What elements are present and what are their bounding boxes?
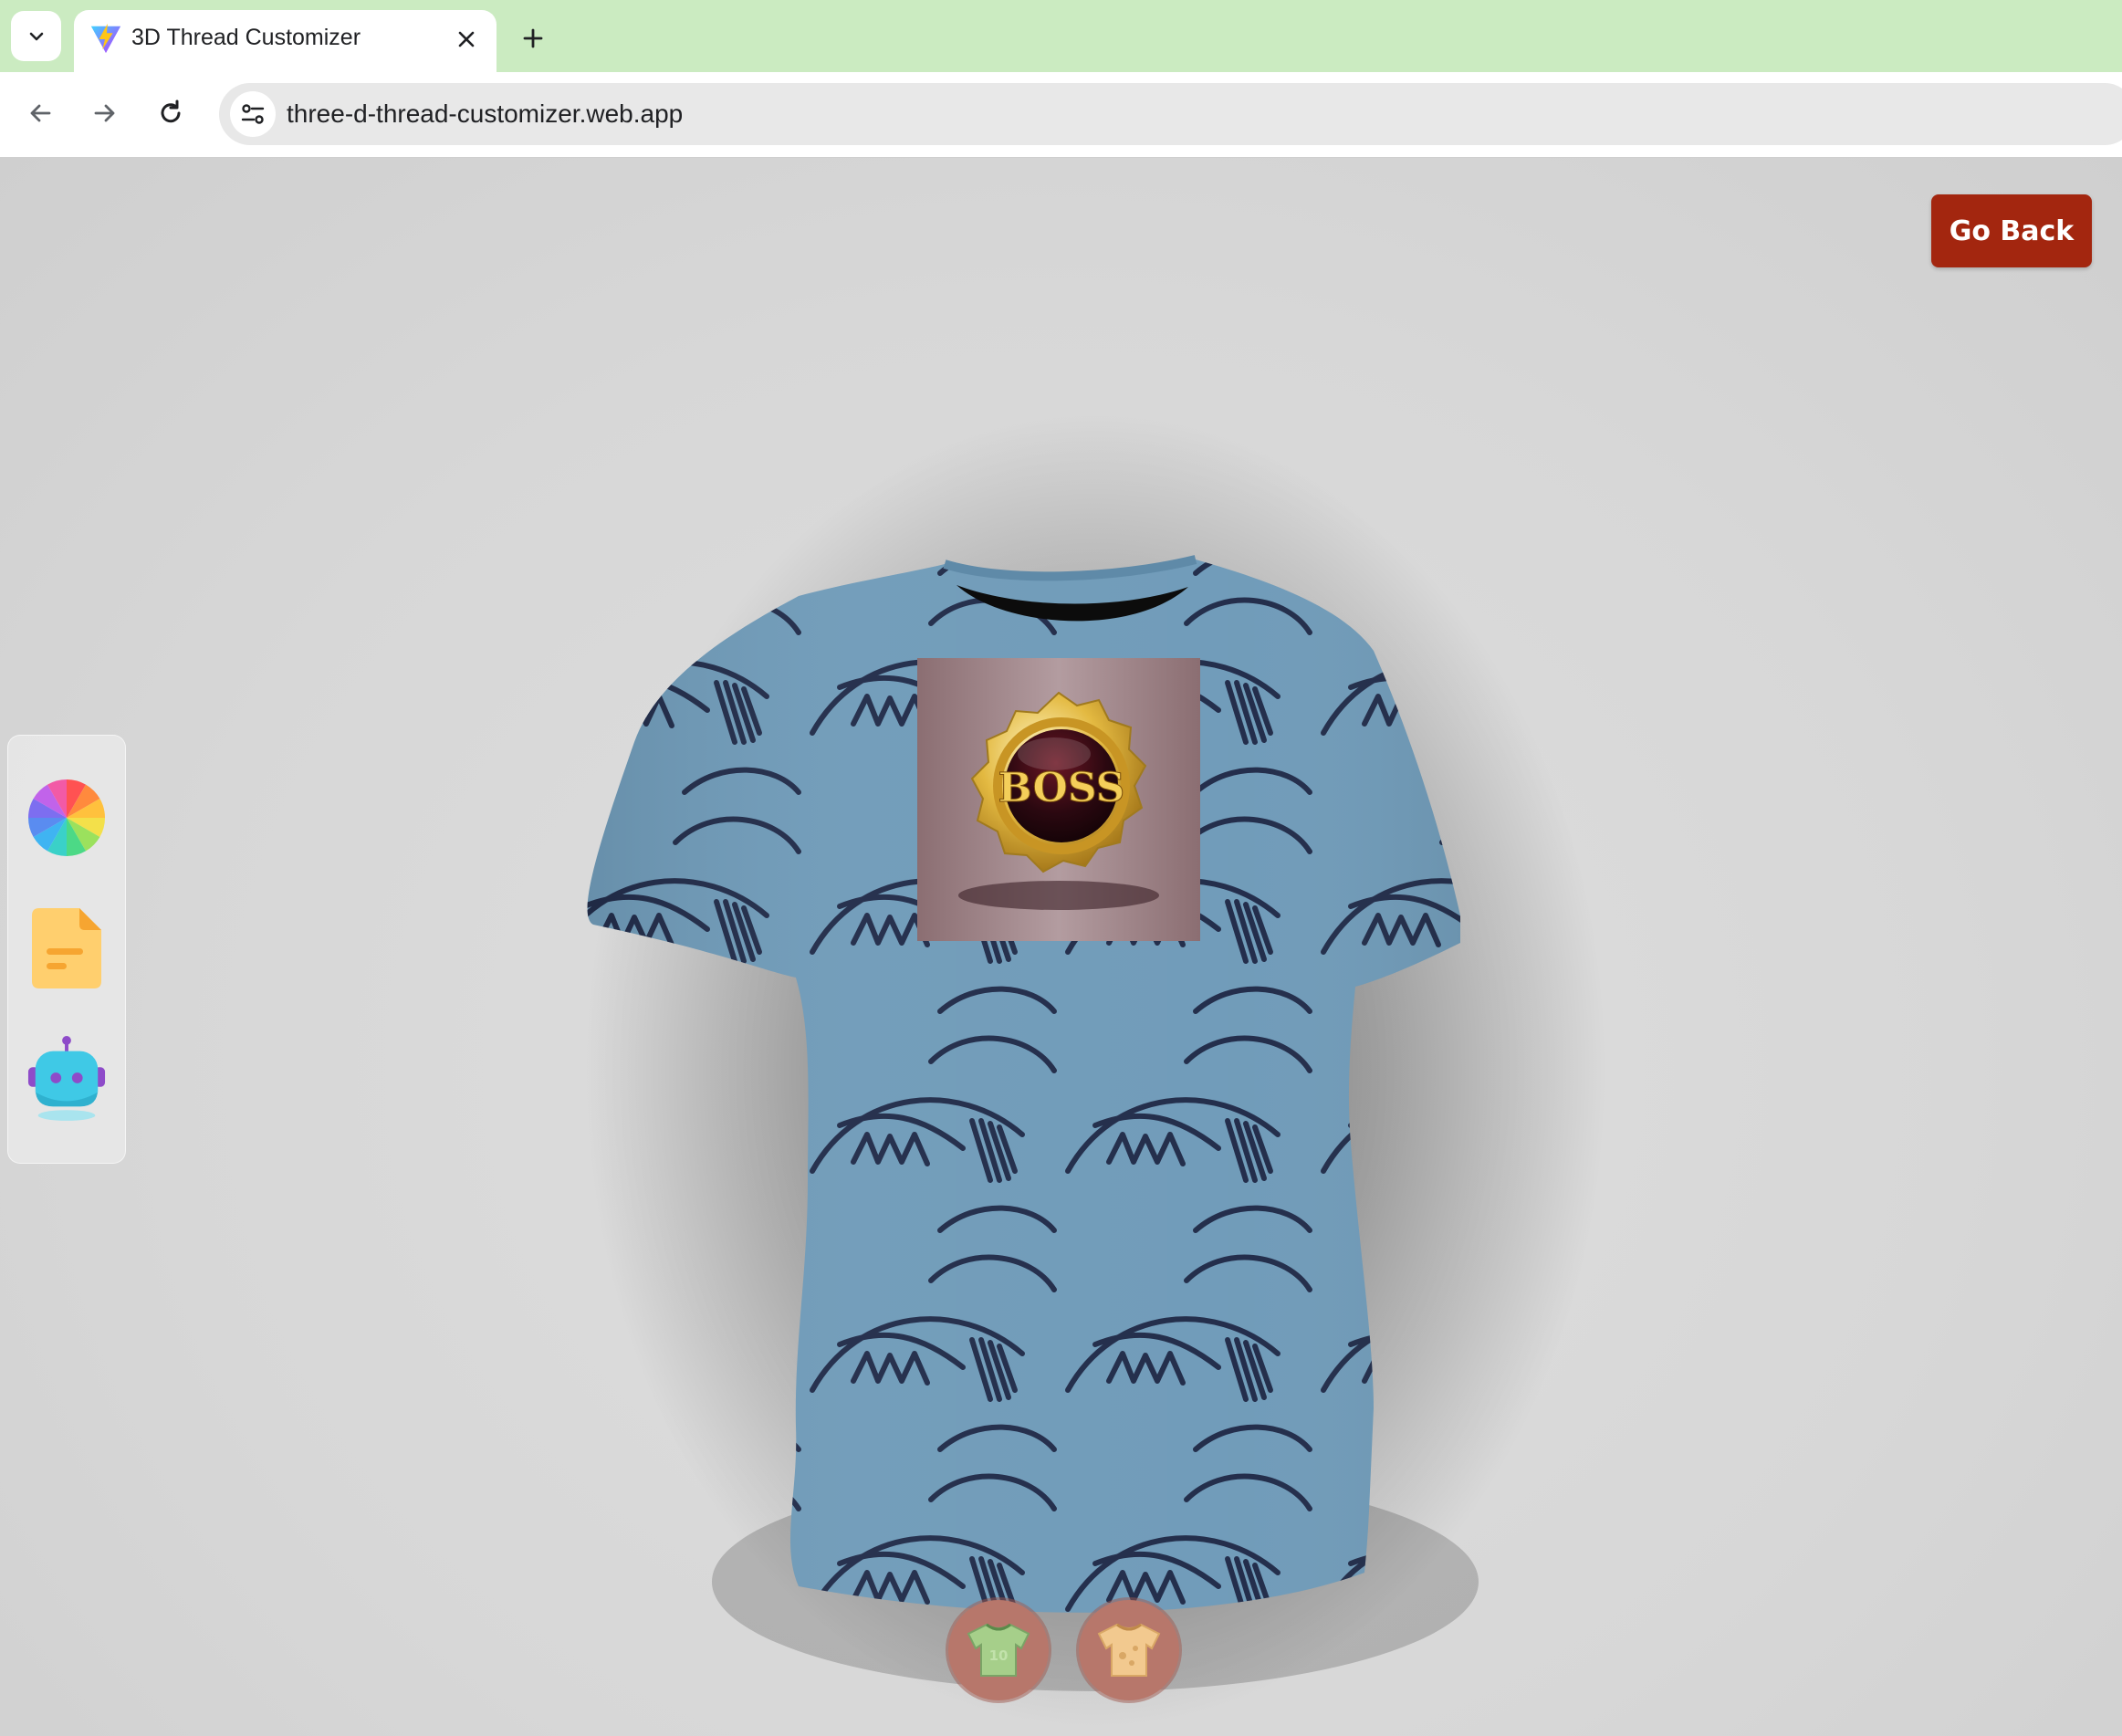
browser-tab-strip: 3D Thread Customizer (0, 0, 2122, 72)
arrow-right-icon (94, 104, 115, 122)
reload-icon (161, 99, 181, 123)
url-text: three-d-thread-customizer.web.app (287, 99, 684, 128)
site-info-button[interactable] (230, 91, 276, 137)
tshirt-model[interactable] (548, 377, 1625, 1728)
tab-color-picker[interactable] (26, 772, 107, 863)
ai-picker-icon (27, 1036, 106, 1121)
logo-text: BOSS (998, 765, 1125, 811)
color-picker-icon (27, 779, 106, 856)
customizer-canvas[interactable]: BOSS Go Back 10 (0, 158, 2122, 1736)
go-back-button[interactable]: Go Back (1931, 194, 2092, 267)
tab-file-picker[interactable] (26, 903, 107, 994)
new-tab-button[interactable] (513, 18, 553, 58)
tab-ai-picker[interactable] (26, 1032, 107, 1124)
back-button[interactable] (19, 92, 61, 134)
filter-tab-logo-shirt[interactable]: 10 (948, 1600, 1049, 1700)
tab-close-button[interactable] (451, 24, 482, 55)
plus-icon (523, 28, 543, 48)
reload-button[interactable] (150, 92, 192, 134)
file-picker-icon (32, 908, 101, 988)
vite-favicon-icon (90, 23, 121, 54)
tab-title: 3D Thread Customizer (131, 25, 361, 50)
boss-logo-decal[interactable]: BOSS (917, 658, 1200, 941)
logo-shirt-icon: 10 (967, 1623, 1030, 1677)
arrow-left-icon (30, 104, 51, 122)
browser-toolbar: three-d-thread-customizer.web.app (0, 72, 2122, 159)
tab-search-button[interactable] (11, 11, 61, 61)
close-icon (458, 31, 475, 47)
chevron-down-icon (29, 32, 43, 40)
address-bar[interactable]: three-d-thread-customizer.web.app (219, 83, 2122, 145)
active-tab[interactable]: 3D Thread Customizer (74, 10, 497, 72)
editor-tabs-panel (7, 735, 126, 1164)
tune-icon (241, 104, 265, 124)
shirt-number: 10 (989, 1647, 1009, 1664)
stylish-shirt-icon (1097, 1623, 1161, 1677)
forward-button[interactable] (84, 92, 126, 134)
filter-tab-stylish-shirt[interactable] (1079, 1600, 1179, 1700)
